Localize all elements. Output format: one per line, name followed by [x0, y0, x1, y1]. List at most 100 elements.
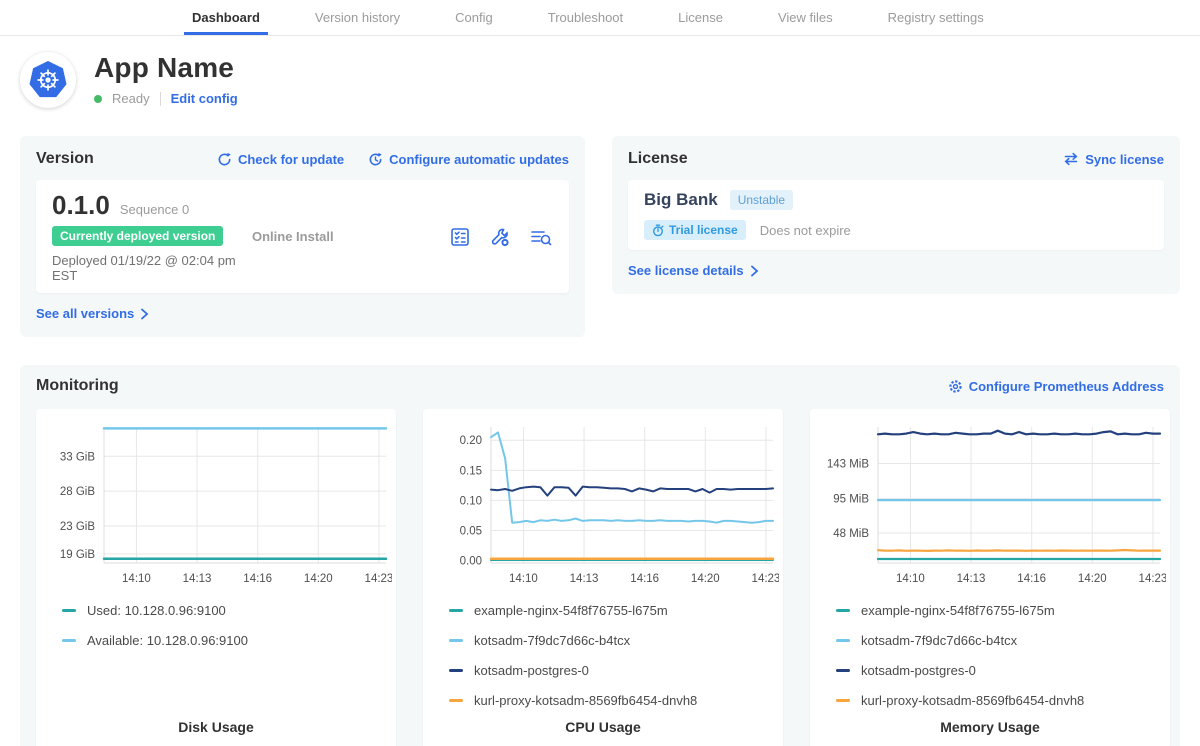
legend-item: kotsadm-postgres-0 [449, 663, 779, 678]
svg-text:14:23: 14:23 [365, 573, 392, 585]
version-number: 0.1.0 [52, 190, 110, 221]
series-color-dash [836, 669, 850, 672]
deploy-logs-icon[interactable] [529, 226, 553, 248]
version-sequence: Sequence 0 [120, 202, 189, 217]
cpu-usage-chart: 0.00 0.05 0.10 0.15 0.20 14:10 14:13 14:16 14:20… [427, 419, 779, 589]
svg-text:14:20: 14:20 [691, 573, 720, 585]
page-title: App Name [94, 52, 238, 84]
summary-cards-row: Version Check for update Configure au [20, 136, 1180, 337]
disk-usage-card: 19 GiB23 GiB28 GiB33 GiB14:1014:1314:161… [36, 409, 396, 746]
license-card-title: License [628, 150, 688, 168]
svg-text:0.05: 0.05 [460, 526, 482, 538]
series-color-dash [836, 609, 850, 612]
svg-text:14:10: 14:10 [896, 573, 925, 585]
chart-title: CPU Usage [427, 719, 779, 735]
svg-text:33 GiB: 33 GiB [60, 451, 95, 463]
license-assignee: Big Bank [644, 190, 718, 210]
svg-text:19 GiB: 19 GiB [60, 549, 95, 561]
tab-troubleshoot[interactable]: Troubleshoot [540, 0, 631, 35]
disk-usage-legend: Used: 10.128.0.96:9100 Available: 10.128… [62, 603, 392, 648]
charts-row: 19 GiB23 GiB28 GiB33 GiB14:1014:1314:161… [36, 409, 1164, 746]
series-color-dash [449, 639, 463, 642]
series-color-dash [62, 639, 76, 642]
svg-text:14:20: 14:20 [1078, 573, 1107, 585]
tab-view-files[interactable]: View files [770, 0, 841, 35]
channel-badge: Unstable [730, 190, 793, 210]
svg-text:14:10: 14:10 [509, 573, 538, 585]
legend-item: kurl-proxy-kotsadm-8569fb6454-dnvh8 [449, 693, 779, 708]
license-card: License Sync license Big Bank Unstable [612, 136, 1180, 294]
sync-license-button[interactable]: Sync license [1063, 152, 1164, 167]
legend-item: kotsadm-7f9dc7d66c-b4tcx [836, 633, 1166, 648]
tab-version-history[interactable]: Version history [307, 0, 408, 35]
memory-usage-card: 48 MiB95 MiB143 MiB14:1014:1314:1614:201… [810, 409, 1170, 746]
svg-text:14:23: 14:23 [1139, 573, 1166, 585]
chart-title: Disk Usage [40, 719, 392, 735]
configure-prometheus-button[interactable]: Configure Prometheus Address [948, 379, 1164, 394]
svg-text:14:13: 14:13 [957, 573, 986, 585]
status-text: Ready [112, 91, 150, 106]
series-color-dash [62, 609, 76, 612]
version-card-title: Version [36, 150, 94, 168]
gear-icon [948, 379, 963, 394]
current-version-panel: 0.1.0 Sequence 0 Currently deployed vers… [36, 180, 569, 293]
tab-license[interactable]: License [670, 0, 731, 35]
svg-text:0.10: 0.10 [460, 495, 482, 507]
chevron-right-icon [140, 308, 149, 320]
legend-item: Available: 10.128.0.96:9100 [62, 633, 392, 648]
version-card: Version Check for update Configure au [20, 136, 585, 337]
svg-text:0.15: 0.15 [460, 465, 482, 477]
app-header: App Name Ready Edit config [0, 36, 1200, 108]
svg-text:14:16: 14:16 [243, 573, 272, 585]
tab-dashboard[interactable]: Dashboard [184, 0, 268, 35]
scheduled-update-icon [368, 152, 383, 167]
configure-automatic-updates-button[interactable]: Configure automatic updates [368, 152, 569, 167]
cpu-usage-legend: example-nginx-54f8f76755-l675m kotsadm-7… [449, 603, 779, 708]
svg-text:0.00: 0.00 [460, 556, 482, 568]
monitoring-title: Monitoring [36, 377, 119, 395]
memory-usage-chart: 48 MiB95 MiB143 MiB14:1014:1314:1614:201… [814, 419, 1166, 589]
tab-registry-settings[interactable]: Registry settings [880, 0, 992, 35]
preflight-checklist-icon[interactable] [449, 226, 471, 248]
svg-text:14:13: 14:13 [183, 573, 212, 585]
ready-status-dot [94, 95, 102, 103]
svg-text:14:16: 14:16 [1017, 573, 1046, 585]
sync-arrows-icon [1063, 152, 1079, 166]
top-navigation: Dashboard Version history Config Trouble… [0, 0, 1200, 36]
divider [160, 92, 161, 106]
deployed-status-badge: Currently deployed version [52, 226, 223, 246]
legend-item: kotsadm-7f9dc7d66c-b4tcx [449, 633, 779, 648]
legend-item: kurl-proxy-kotsadm-8569fb6454-dnvh8 [836, 693, 1166, 708]
refresh-icon [217, 152, 232, 167]
svg-text:48 MiB: 48 MiB [833, 528, 869, 540]
legend-item: Used: 10.128.0.96:9100 [62, 603, 392, 618]
edit-config-link[interactable]: Edit config [171, 91, 238, 106]
see-license-details-link[interactable]: See license details [628, 263, 759, 278]
legend-item: kotsadm-postgres-0 [836, 663, 1166, 678]
license-expiry-text: Does not expire [760, 223, 851, 238]
tab-config[interactable]: Config [447, 0, 501, 35]
svg-text:14:13: 14:13 [570, 573, 599, 585]
install-type-label: Online Install [252, 229, 449, 244]
see-all-versions-link[interactable]: See all versions [36, 306, 149, 321]
svg-text:14:16: 14:16 [630, 573, 659, 585]
series-color-dash [836, 639, 850, 642]
svg-text:143 MiB: 143 MiB [827, 459, 870, 471]
deployed-timestamp: Deployed 01/19/22 @ 02:04 pm EST [52, 253, 252, 283]
app-logo [20, 52, 76, 108]
legend-item: example-nginx-54f8f76755-l675m [836, 603, 1166, 618]
cpu-usage-card: 0.00 0.05 0.10 0.15 0.20 14:10 14:13 14:16 14:20… [423, 409, 783, 746]
chart-title: Memory Usage [814, 719, 1166, 735]
stopwatch-icon [652, 224, 664, 237]
memory-usage-legend: example-nginx-54f8f76755-l675m kotsadm-7… [836, 603, 1166, 708]
svg-text:14:23: 14:23 [752, 573, 779, 585]
svg-text:0.20: 0.20 [460, 435, 482, 447]
series-color-dash [449, 699, 463, 702]
series-color-dash [449, 669, 463, 672]
monitoring-panel: Monitoring Configure Prometheus Address … [20, 365, 1180, 746]
disk-usage-chart: 19 GiB23 GiB28 GiB33 GiB14:1014:1314:161… [40, 419, 392, 589]
series-color-dash [449, 609, 463, 612]
license-details-panel: Big Bank Unstable Trial license Does not… [628, 180, 1164, 250]
config-wrench-icon[interactable] [489, 226, 511, 248]
check-for-update-button[interactable]: Check for update [217, 152, 344, 167]
